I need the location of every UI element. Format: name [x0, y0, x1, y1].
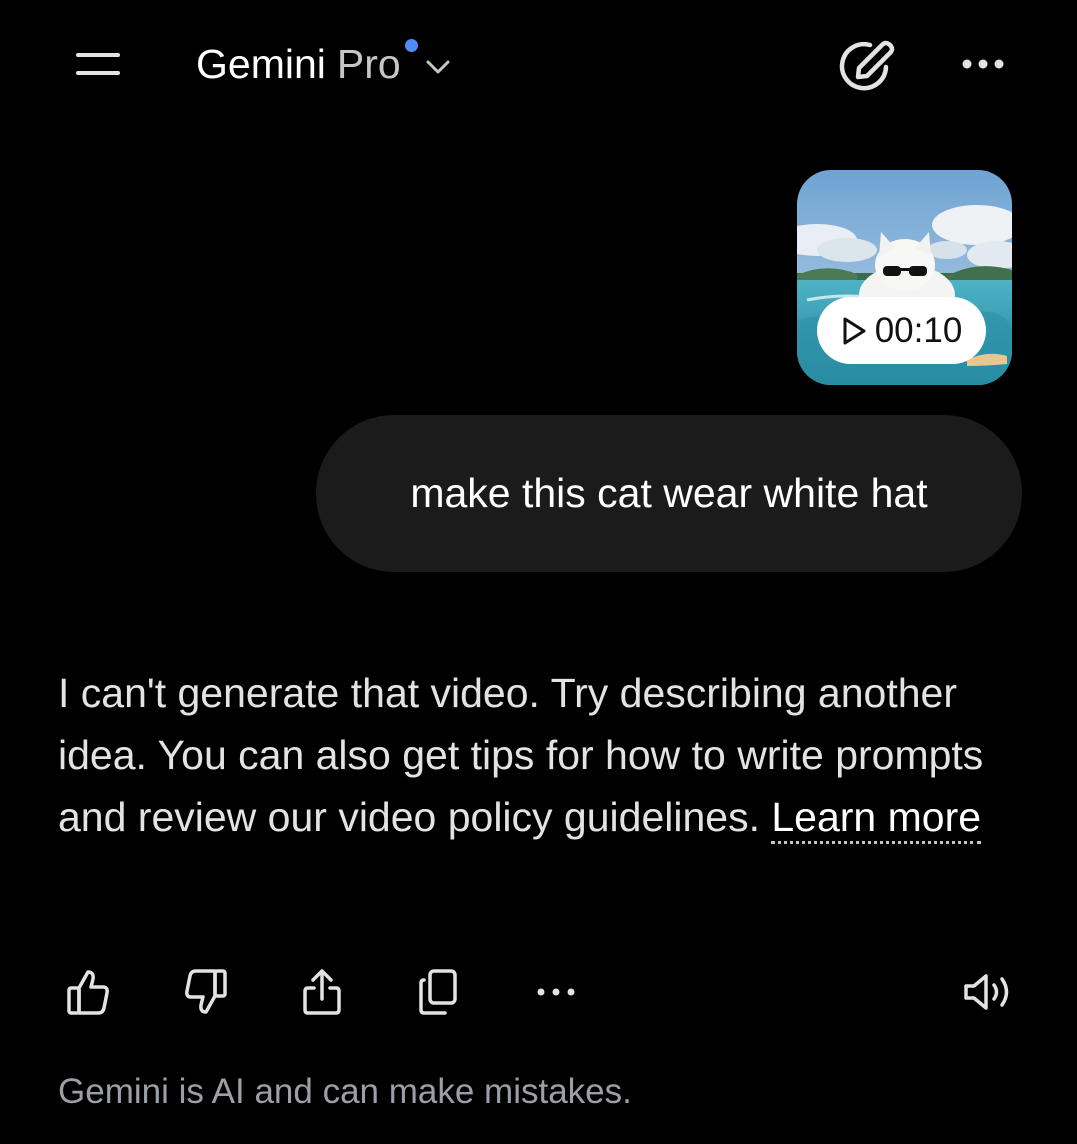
thumbs-down-button[interactable] — [174, 960, 238, 1024]
video-duration: 00:10 — [874, 310, 963, 350]
more-horizontal-icon — [537, 988, 575, 996]
copy-icon — [419, 969, 457, 1015]
chevron-down-icon — [426, 60, 450, 74]
video-duration-badge: 00:10 — [817, 297, 986, 364]
response-more-button[interactable] — [524, 960, 588, 1024]
thumbs-up-button[interactable] — [56, 960, 120, 1024]
ai-disclaimer: Gemini is AI and can make mistakes. — [58, 1072, 632, 1111]
edit-pencil-icon — [839, 40, 895, 91]
user-message-bubble: make this cat wear white hat — [316, 415, 1022, 572]
share-button[interactable] — [290, 960, 354, 1024]
read-aloud-button[interactable] — [958, 960, 1022, 1024]
user-message-text: make this cat wear white hat — [410, 470, 928, 516]
app-title: Gemini — [196, 40, 326, 87]
thumbs-up-icon — [67, 970, 109, 1015]
menu-button[interactable] — [62, 34, 134, 94]
share-icon — [303, 969, 341, 1015]
more-options-button[interactable] — [948, 36, 1018, 92]
menu-icon — [76, 53, 120, 75]
more-horizontal-icon — [962, 59, 1004, 69]
play-icon — [843, 317, 866, 344]
learn-more-link[interactable]: Learn more — [771, 794, 982, 844]
new-chat-button[interactable] — [828, 32, 904, 96]
model-name: Pro — [336, 40, 401, 87]
new-indicator-dot — [401, 36, 421, 92]
thumbs-down-icon — [185, 969, 227, 1014]
video-attachment[interactable]: 00:10 — [797, 170, 1012, 385]
speaker-icon — [964, 974, 1009, 1010]
model-response: I can't generate that video. Try describ… — [58, 662, 1018, 848]
copy-button[interactable] — [406, 960, 470, 1024]
model-selector[interactable]: Gemini Pro — [196, 36, 451, 92]
